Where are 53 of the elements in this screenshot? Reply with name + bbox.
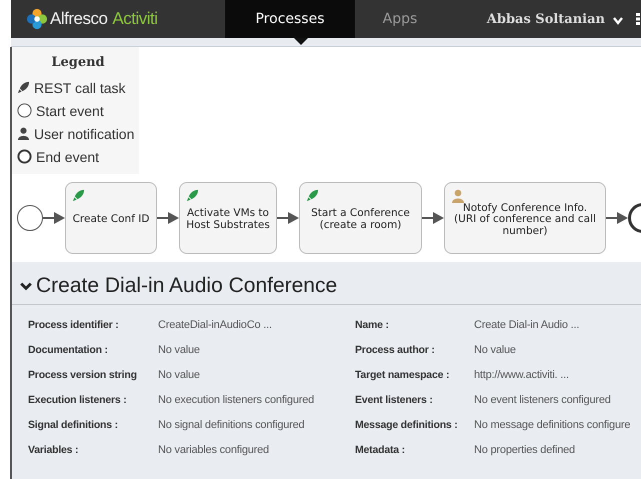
field-label: Execution listeners : <box>28 394 128 406</box>
field-label: Documentation : <box>28 344 109 356</box>
field-label: Target namespace : <box>355 369 450 381</box>
flower-logo-icon <box>26 8 48 30</box>
task-label: Activate VMs to Host Substrates <box>186 208 270 232</box>
logo-text: Alfresco <box>50 9 108 29</box>
field-value: No execution listeners configured <box>158 394 316 406</box>
process-title: Create Dial-in Audio Conference <box>36 274 338 298</box>
field-value: No value <box>474 344 517 356</box>
flow-arrow <box>606 212 628 224</box>
field-label: Process author : <box>355 344 436 356</box>
tab-pointer-icon <box>294 38 308 45</box>
flow-arrow <box>157 212 179 224</box>
task-label: Create Conf ID <box>72 214 150 226</box>
field-label: Name : <box>355 319 390 331</box>
logo-text: Activiti <box>112 9 158 29</box>
start-event <box>17 205 43 231</box>
field-value: No value <box>158 369 201 381</box>
field-label: Event listeners : <box>355 394 434 406</box>
chevron-down-icon[interactable] <box>613 17 623 25</box>
field-value: No signal definitions configured <box>158 419 306 431</box>
legend-label: REST call task <box>34 80 126 96</box>
legend-label: End event <box>36 148 100 164</box>
person-icon <box>17 127 30 140</box>
field-label: Process version string <box>28 369 138 381</box>
chevron-icon[interactable] <box>20 280 32 292</box>
field-label: Variables : <box>28 444 80 456</box>
user-menu[interactable]: Abbas Soltanian <box>486 12 605 26</box>
field-value: No event listeners configured <box>474 394 612 406</box>
field-label: Metadata : <box>355 444 406 456</box>
field-value: No variables configured <box>158 444 270 456</box>
legend-label: Start event <box>36 102 104 118</box>
task-label: Start a Conference (create a room) <box>311 208 410 232</box>
legend-label: User notification <box>34 126 134 142</box>
flow-arrow <box>277 212 299 224</box>
field-label: Process identifier : <box>28 319 120 331</box>
nav-tab[interactable]: Processes <box>225 0 355 38</box>
task-label: Notofy Conference Info. (URI of conference and call number) <box>454 202 596 238</box>
field-value: No value <box>158 344 201 356</box>
field-value: No message definitions configure <box>474 419 632 431</box>
field-label: Signal definitions : <box>28 419 119 431</box>
field-value: http://www.activiti. ... <box>474 369 570 381</box>
field-value: Create Dial-in Audio ... <box>474 319 580 331</box>
flow-arrow <box>43 212 65 224</box>
flow-arrow <box>422 212 444 224</box>
thick-circle-icon <box>17 149 32 164</box>
nav-tab[interactable]: Apps <box>355 0 445 38</box>
circle-icon <box>17 103 32 118</box>
field-value: CreateDial-inAudioCo ... <box>158 319 273 331</box>
legend-title: Legend <box>50 55 106 70</box>
field-label: Message definitions : <box>355 419 459 431</box>
field-value: No properties defined <box>474 444 576 456</box>
person-icon <box>451 189 465 203</box>
